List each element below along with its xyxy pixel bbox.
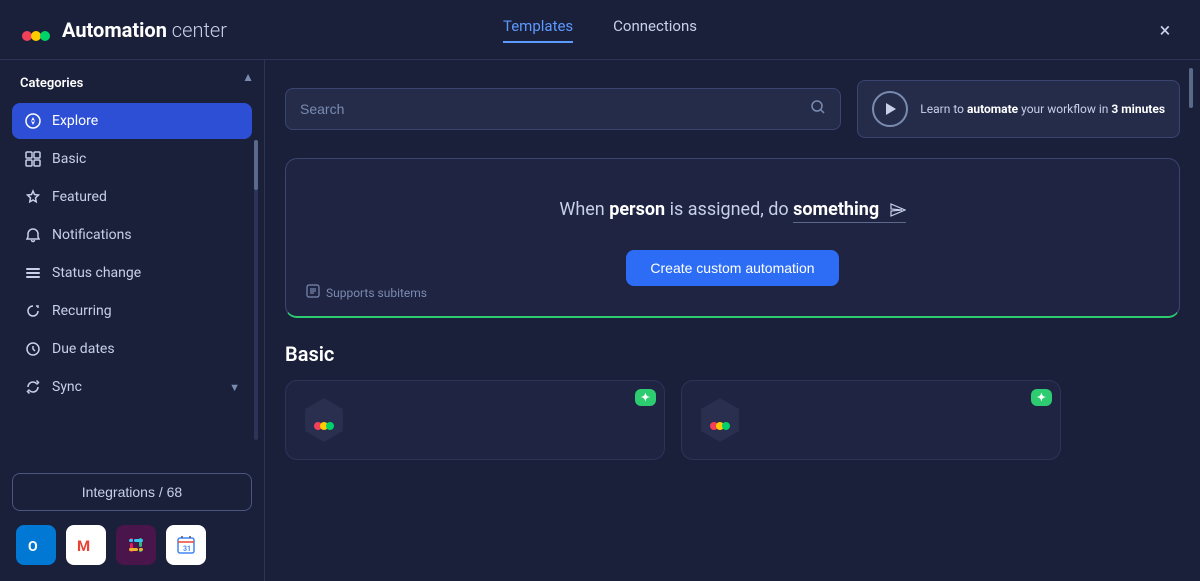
- featured-icon: [24, 188, 42, 206]
- action-bold: something: [793, 199, 879, 220]
- main-layout: ▲ Categories Explore Basic Featured: [0, 60, 1200, 581]
- sidebar-item-basic[interactable]: Basic: [12, 141, 252, 177]
- explore-icon: [24, 112, 42, 130]
- basic-section-title: Basic: [285, 342, 1180, 366]
- card-logo-1: [302, 398, 346, 442]
- supports-subitems-label: Supports subitems: [306, 284, 427, 302]
- basic-icon: [24, 150, 42, 168]
- status-change-icon: [24, 264, 42, 282]
- basic-cards-row: ✦ ✦: [285, 380, 1180, 460]
- create-custom-automation-button[interactable]: Create custom automation: [626, 250, 838, 286]
- content-scrollbar-thumb: [1189, 68, 1193, 108]
- integrations-button[interactable]: Integrations / 68: [12, 473, 252, 511]
- sidebar-item-explore-label: Explore: [52, 113, 98, 129]
- custom-automation-card: When person is assigned, do something Cr…: [285, 158, 1180, 318]
- automation-card-1[interactable]: ✦: [285, 380, 665, 460]
- sidebar-item-recurring[interactable]: Recurring: [12, 293, 252, 329]
- sidebar-item-recurring-label: Recurring: [52, 303, 112, 319]
- header: Automation center Templates Connections …: [0, 0, 1200, 60]
- search-input[interactable]: [300, 101, 810, 117]
- video-text: Learn to automate your workflow in 3 min…: [920, 101, 1165, 118]
- trigger-bold: person: [609, 199, 665, 220]
- sync-icon: [24, 378, 42, 396]
- scroll-up-indicator: ▲: [242, 70, 254, 84]
- sidebar-item-featured[interactable]: Featured: [12, 179, 252, 215]
- recurring-icon: [24, 302, 42, 320]
- sidebar-bottom: Integrations / 68 O M: [12, 457, 252, 565]
- automation-card-2[interactable]: ✦: [681, 380, 1061, 460]
- content-scrollbar[interactable]: [1188, 60, 1194, 581]
- notifications-icon: [24, 226, 42, 244]
- svg-text:M: M: [77, 537, 90, 555]
- ai-badge-2: ✦: [1031, 389, 1052, 406]
- scrollbar-thumb: [254, 140, 258, 190]
- slack-icon[interactable]: [116, 525, 156, 565]
- logo-area: Automation center: [20, 14, 260, 46]
- sidebar-item-due-dates-label: Due dates: [52, 341, 115, 357]
- sidebar-item-featured-label: Featured: [52, 189, 107, 205]
- search-icon: [810, 99, 826, 119]
- integration-icons-row: O M: [12, 525, 252, 565]
- app-title: Automation center: [62, 18, 227, 42]
- sidebar: ▲ Categories Explore Basic Featured: [0, 60, 265, 581]
- automation-sentence: When person is assigned, do something: [559, 199, 905, 220]
- scrollbar-track: [254, 140, 258, 440]
- sidebar-item-sync-label: Sync: [52, 379, 82, 395]
- supports-subitems-text: Supports subitems: [326, 286, 427, 300]
- sidebar-item-notifications-label: Notifications: [52, 227, 132, 243]
- sidebar-item-status-change-label: Status change: [52, 265, 141, 281]
- header-tabs: Templates Connections: [503, 17, 697, 43]
- svg-text:O: O: [28, 539, 38, 555]
- sidebar-item-basic-label: Basic: [52, 151, 86, 167]
- chevron-down-icon: ▼: [229, 381, 240, 394]
- action-underlined: something: [793, 199, 906, 223]
- ai-badge-1: ✦: [635, 389, 656, 406]
- logo-icon: [20, 14, 52, 46]
- play-triangle-icon: [886, 103, 896, 115]
- tab-connections[interactable]: Connections: [613, 17, 697, 43]
- search-box[interactable]: [285, 88, 841, 130]
- search-row: Learn to automate your workflow in 3 min…: [285, 80, 1180, 138]
- send-icon: [888, 201, 906, 219]
- close-button[interactable]: ×: [1150, 15, 1180, 45]
- content-area: Learn to automate your workflow in 3 min…: [265, 60, 1200, 581]
- outlook-icon[interactable]: O: [16, 525, 56, 565]
- video-banner[interactable]: Learn to automate your workflow in 3 min…: [857, 80, 1180, 138]
- sidebar-item-sync[interactable]: Sync ▼: [12, 369, 252, 405]
- gcal-icon[interactable]: 31: [166, 525, 206, 565]
- sidebar-item-status-change[interactable]: Status change: [12, 255, 252, 291]
- sidebar-item-notifications[interactable]: Notifications: [12, 217, 252, 253]
- sidebar-item-due-dates[interactable]: Due dates: [12, 331, 252, 367]
- due-dates-icon: [24, 340, 42, 358]
- svg-text:31: 31: [183, 545, 191, 553]
- gmail-icon[interactable]: M: [66, 525, 106, 565]
- sidebar-item-explore[interactable]: Explore: [12, 103, 252, 139]
- sidebar-items-list: Explore Basic Featured Notifications: [12, 103, 252, 457]
- subitems-icon: [306, 284, 320, 302]
- card-logo-2: [698, 398, 742, 442]
- tab-templates[interactable]: Templates: [503, 17, 573, 43]
- categories-title: Categories: [12, 76, 252, 91]
- video-play-button[interactable]: [872, 91, 908, 127]
